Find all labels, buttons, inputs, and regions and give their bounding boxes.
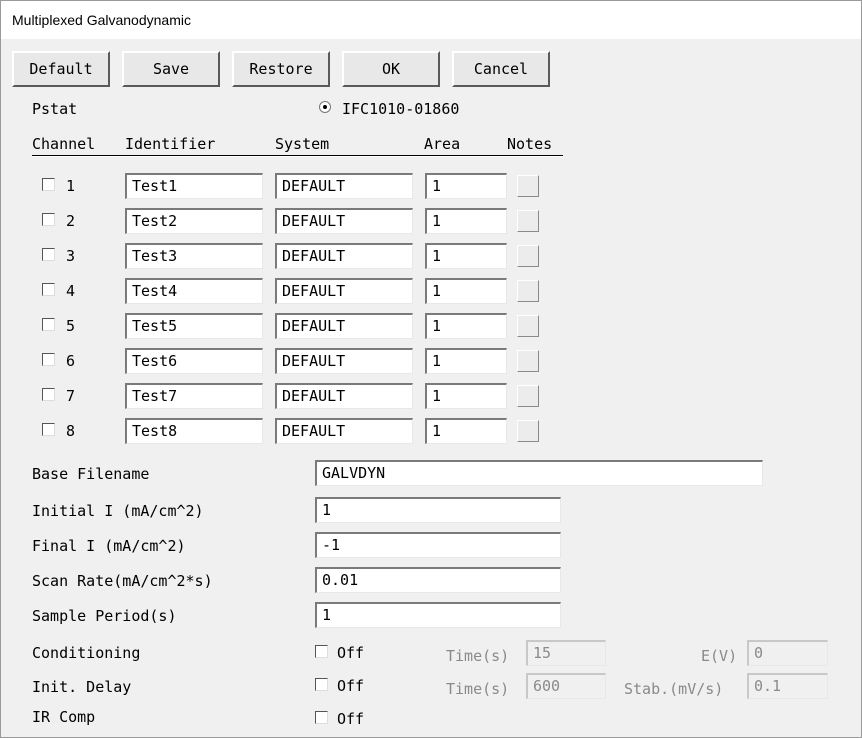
conditioning-toggle-label: Off [337,644,365,662]
cancel-button[interactable]: Cancel [452,51,550,87]
init-delay-checkbox[interactable] [315,678,328,691]
scan-rate-field[interactable]: 0.01 [315,567,561,593]
system-field[interactable]: DEFAULT [275,243,413,269]
restore-button[interactable]: Restore [232,51,330,87]
channel-checkbox[interactable] [42,283,55,296]
ir-comp-checkbox[interactable] [315,711,328,724]
area-field[interactable]: 1 [425,313,507,339]
area-field[interactable]: 1 [425,208,507,234]
final-i-label: Final I (mA/cm^2) [32,537,186,555]
channel-number: 5 [66,317,76,335]
identifier-field[interactable]: Test3 [125,243,263,269]
system-field[interactable]: DEFAULT [275,278,413,304]
area-field[interactable]: 1 [425,348,507,374]
identifier-field[interactable]: Test4 [125,278,263,304]
base-filename-field[interactable]: GALVDYN [315,460,763,486]
init-delay-label: Init. Delay [32,678,132,696]
header-identifier: Identifier [125,135,216,153]
title-bar: Multiplexed Galvanodynamic [1,1,861,39]
ir-comp-toggle-label: Off [337,710,365,728]
conditioning-label: Conditioning [32,644,141,662]
identifier-field[interactable]: Test7 [125,383,263,409]
system-field[interactable]: DEFAULT [275,208,413,234]
sample-period-label: Sample Period(s) [32,607,177,625]
dialog-window: Multiplexed Galvanodynamic Default Save … [0,0,862,738]
identifier-field[interactable]: Test2 [125,208,263,234]
area-field[interactable]: 1 [425,383,507,409]
channel-checkbox[interactable] [42,388,55,401]
channel-number: 4 [66,282,76,300]
init-delay-stab-label: Stab.(mV/s) [624,680,724,698]
system-field[interactable]: DEFAULT [275,348,413,374]
pstat-option-label: IFC1010-01860 [342,100,460,118]
notes-button[interactable] [517,175,539,197]
default-button[interactable]: Default [12,51,110,87]
identifier-field[interactable]: Test5 [125,313,263,339]
notes-button[interactable] [517,210,539,232]
init-delay-time-field[interactable]: 600 [526,673,606,699]
initial-i-label: Initial I (mA/cm^2) [32,502,204,520]
init-delay-toggle-label: Off [337,677,365,695]
system-field[interactable]: DEFAULT [275,383,413,409]
header-divider [32,155,563,157]
conditioning-e-field[interactable]: 0 [747,640,828,666]
conditioning-time-label: Time(s) [446,647,510,665]
channel-number: 2 [66,212,76,230]
pstat-radio[interactable] [319,101,331,113]
base-filename-label: Base Filename [32,465,150,483]
final-i-field[interactable]: -1 [315,532,561,558]
channel-checkbox[interactable] [42,318,55,331]
init-delay-stab-field[interactable]: 0.1 [747,673,828,699]
pstat-label: Pstat [32,100,78,118]
save-button[interactable]: Save [122,51,220,87]
sample-period-field[interactable]: 1 [315,602,561,628]
channel-number: 1 [66,177,76,195]
channel-number: 7 [66,387,76,405]
notes-button[interactable] [517,350,539,372]
notes-button[interactable] [517,245,539,267]
channel-checkbox[interactable] [42,353,55,366]
header-area: Area [424,135,461,153]
system-field[interactable]: DEFAULT [275,313,413,339]
header-notes: Notes [507,135,553,153]
init-delay-time-label: Time(s) [446,680,510,698]
notes-button[interactable] [517,280,539,302]
area-field[interactable]: 1 [425,418,507,444]
channel-checkbox[interactable] [42,213,55,226]
channel-number: 3 [66,247,76,265]
channel-number: 8 [66,422,76,440]
window-title: Multiplexed Galvanodynamic [12,12,191,28]
header-system: System [275,135,330,153]
area-field[interactable]: 1 [425,243,507,269]
channel-checkbox[interactable] [42,423,55,436]
identifier-field[interactable]: Test8 [125,418,263,444]
channel-checkbox[interactable] [42,178,55,191]
area-field[interactable]: 1 [425,278,507,304]
notes-button[interactable] [517,315,539,337]
channel-checkbox[interactable] [42,248,55,261]
system-field[interactable]: DEFAULT [275,418,413,444]
notes-button[interactable] [517,420,539,442]
ok-button[interactable]: OK [342,51,440,87]
scan-rate-label: Scan Rate(mA/cm^2*s) [32,572,213,590]
ir-comp-label: IR Comp [32,708,96,726]
channel-number: 6 [66,352,76,370]
notes-button[interactable] [517,385,539,407]
header-channel: Channel [32,135,96,153]
conditioning-e-label: E(V) [701,647,738,665]
identifier-field[interactable]: Test6 [125,348,263,374]
conditioning-time-field[interactable]: 15 [526,640,606,666]
identifier-field[interactable]: Test1 [125,173,263,199]
area-field[interactable]: 1 [425,173,507,199]
conditioning-checkbox[interactable] [315,645,328,658]
initial-i-field[interactable]: 1 [315,497,561,523]
system-field[interactable]: DEFAULT [275,173,413,199]
